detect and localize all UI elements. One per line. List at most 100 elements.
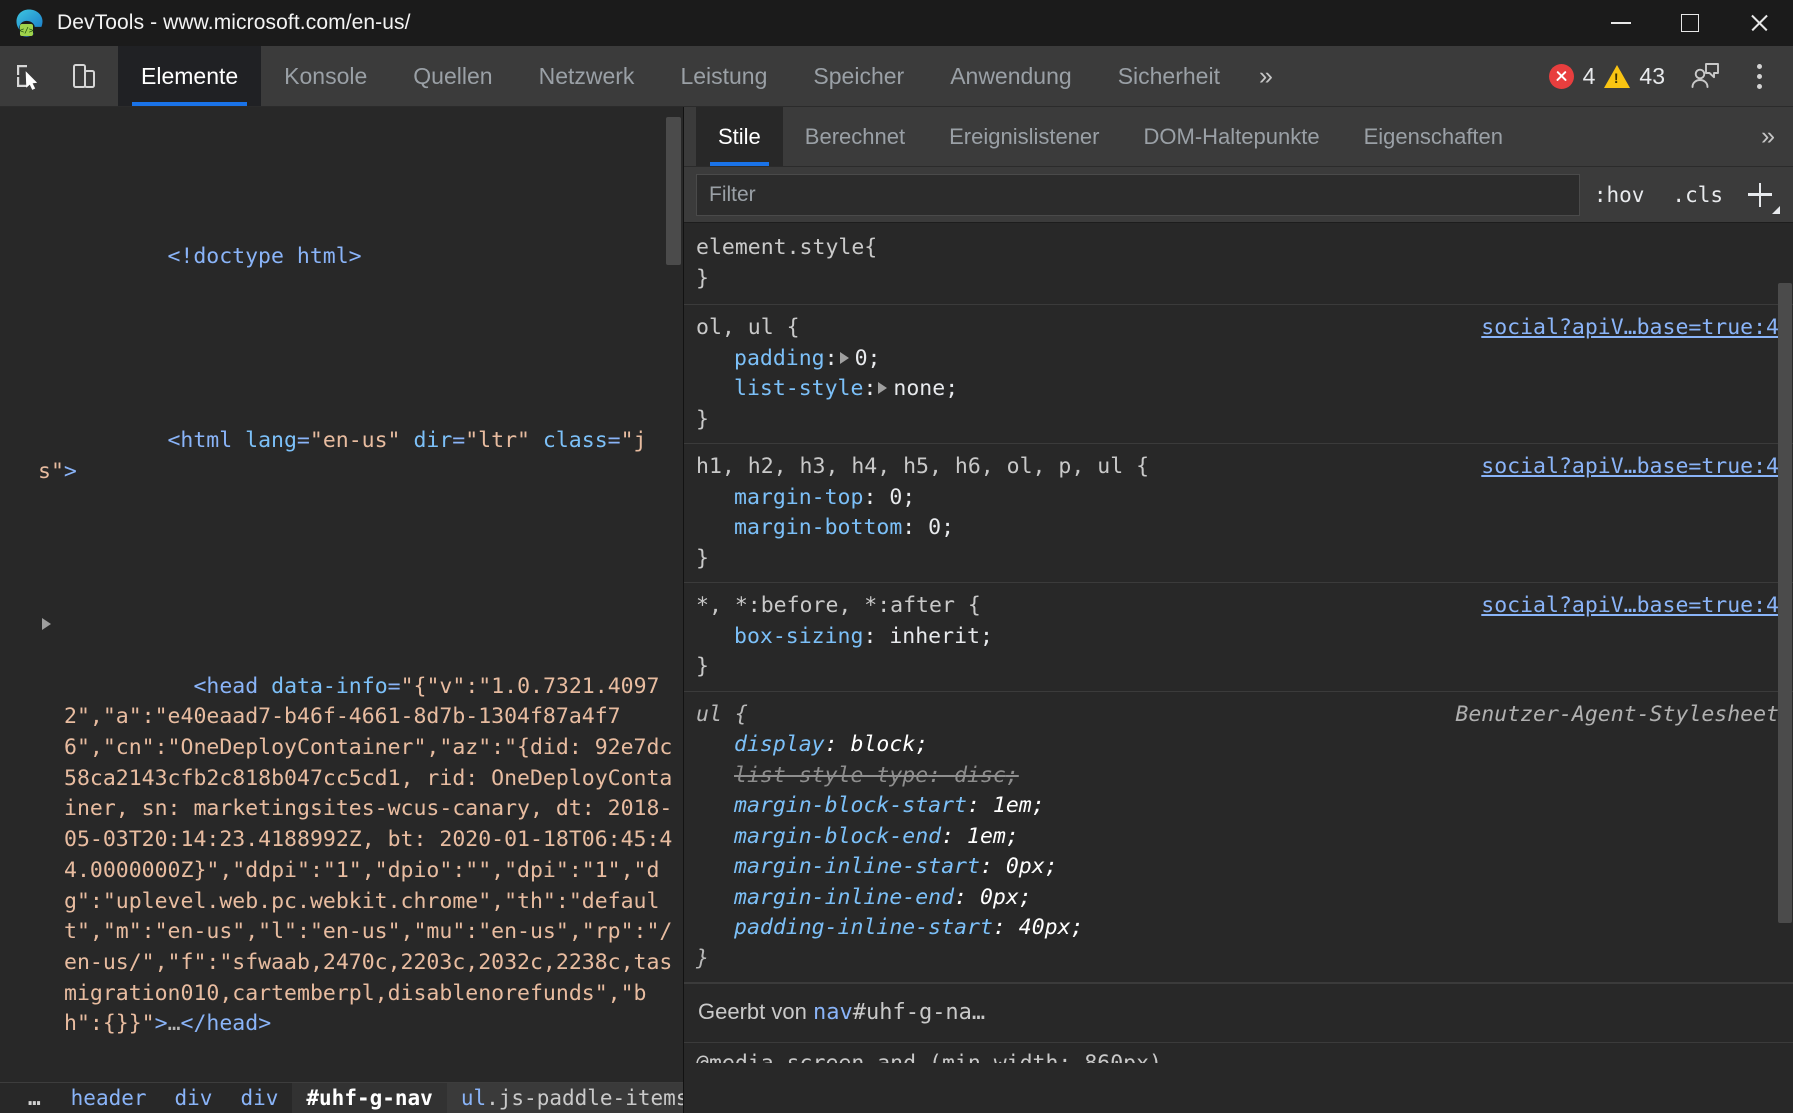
declaration-property[interactable]: margin-bottom bbox=[734, 515, 902, 540]
declaration-property[interactable]: padding-inline-start bbox=[734, 915, 993, 940]
declaration[interactable]: padding:0; bbox=[696, 344, 1793, 375]
declaration[interactable]: margin-block-end: 1em; bbox=[696, 822, 1793, 853]
declaration-property[interactable]: box-sizing bbox=[734, 624, 863, 649]
tab-ereignislistener[interactable]: Ereignislistener bbox=[927, 107, 1121, 166]
declaration-value[interactable]: 1em bbox=[967, 824, 1006, 849]
tab-dom-haltepunkte[interactable]: DOM-Haltepunkte bbox=[1122, 107, 1342, 166]
declaration-property[interactable]: padding bbox=[734, 346, 825, 371]
styles-scrollbar[interactable] bbox=[1778, 283, 1792, 923]
tab-konsole[interactable]: Konsole bbox=[261, 46, 390, 106]
devtools-toolbar: Elemente Konsole Quellen Netzwerk Leistu… bbox=[0, 46, 1793, 107]
declaration-value[interactable]: none bbox=[893, 376, 945, 401]
device-toolbar-toggle-button[interactable] bbox=[56, 46, 112, 106]
styles-filter-input[interactable] bbox=[696, 174, 1580, 216]
expand-arrow-icon[interactable] bbox=[42, 618, 51, 630]
declaration-property[interactable]: list-style bbox=[734, 376, 863, 401]
declaration[interactable]: margin-block-start: 1em; bbox=[696, 791, 1793, 822]
send-feedback-button[interactable] bbox=[1679, 61, 1731, 91]
dom-tree-scroll[interactable]: <!doctype html> <html lang="en-us" dir="… bbox=[0, 107, 683, 1082]
declaration-property[interactable]: margin-block-start bbox=[734, 793, 967, 818]
rule-ol-ul[interactable]: ol, ul { social?apiV…base=true:4 padding… bbox=[684, 305, 1793, 444]
rule-selector[interactable]: ol, ul bbox=[696, 313, 774, 344]
declaration-value[interactable]: 40px bbox=[1019, 915, 1071, 940]
new-style-rule-button[interactable] bbox=[1737, 174, 1783, 216]
declaration[interactable]: margin-bottom: 0; bbox=[696, 513, 1793, 544]
declaration-value[interactable]: 0 bbox=[855, 346, 868, 371]
tab-quellen[interactable]: Quellen bbox=[390, 46, 515, 106]
declaration-value[interactable]: 0px bbox=[980, 885, 1019, 910]
breadcrumb-item-div-1[interactable]: div bbox=[161, 1082, 227, 1113]
declaration-value[interactable]: 1em bbox=[993, 793, 1032, 818]
tab-stile[interactable]: Stile bbox=[696, 107, 783, 166]
breadcrumb-overflow[interactable]: … bbox=[14, 1082, 57, 1113]
declaration-value[interactable]: block bbox=[851, 732, 916, 757]
tab-anwendung[interactable]: Anwendung bbox=[927, 46, 1095, 106]
styles-rule-list[interactable]: element.style { } ol, ul { social?apiV…b… bbox=[684, 223, 1793, 1113]
tab-leistung[interactable]: Leistung bbox=[657, 46, 790, 106]
tab-label: Quellen bbox=[413, 63, 492, 90]
element-classes-button[interactable]: .cls bbox=[1658, 174, 1737, 216]
declaration-property[interactable]: margin-top bbox=[734, 485, 863, 510]
declaration[interactable]: display: block; bbox=[696, 730, 1793, 761]
dom-line-html[interactable]: <html lang="en-us" dir="ltr" class="js"> bbox=[38, 395, 675, 518]
declaration-value[interactable]: disc bbox=[954, 763, 1006, 788]
rule-source-link[interactable]: social?apiV…base=true:4 bbox=[1463, 452, 1779, 483]
expand-shorthand-icon[interactable] bbox=[840, 352, 849, 364]
rule-selector[interactable]: *, *:before, *:after bbox=[696, 591, 955, 622]
rule-selector[interactable]: h1, h2, h3, h4, h5, h6, ol, p, ul bbox=[696, 452, 1123, 483]
clipped-media-rule[interactable]: @media screen and (min-width: 860px) bbox=[684, 1043, 1793, 1063]
declaration-property[interactable]: margin-inline-start bbox=[734, 854, 980, 879]
dom-line-doctype[interactable]: <!doctype html> bbox=[38, 211, 675, 303]
declaration-value[interactable]: inherit bbox=[889, 624, 980, 649]
expand-shorthand-icon[interactable] bbox=[878, 382, 887, 394]
tab-netzwerk[interactable]: Netzwerk bbox=[516, 46, 658, 106]
declaration-property[interactable]: display bbox=[734, 732, 825, 757]
declaration[interactable]: margin-top: 0; bbox=[696, 483, 1793, 514]
declaration-property[interactable]: margin-inline-end bbox=[734, 885, 954, 910]
declaration-value[interactable]: 0 bbox=[928, 515, 941, 540]
rule-source-link[interactable]: social?apiV…base=true:4 bbox=[1463, 313, 1779, 344]
issues-counter[interactable]: 4 43 bbox=[1537, 63, 1677, 90]
close-button[interactable] bbox=[1724, 0, 1793, 46]
rule-selector[interactable]: element.style bbox=[696, 233, 864, 264]
tab-sicherheit[interactable]: Sicherheit bbox=[1095, 46, 1243, 106]
toggle-pseudo-states-button[interactable]: :hov bbox=[1580, 174, 1659, 216]
minimize-button[interactable] bbox=[1586, 0, 1655, 46]
styles-more-tabs-button[interactable]: » bbox=[1743, 107, 1793, 166]
tab-berechnet[interactable]: Berechnet bbox=[783, 107, 927, 166]
tab-elemente[interactable]: Elemente bbox=[118, 46, 261, 106]
breadcrumb-item-uhf-g-nav[interactable]: #uhf-g-nav bbox=[292, 1082, 446, 1113]
declaration-overridden[interactable]: list-style-type: disc; bbox=[696, 761, 1793, 792]
rule-selector[interactable]: ul bbox=[696, 700, 722, 731]
declaration-semicolon: ; bbox=[941, 515, 954, 540]
declaration[interactable]: box-sizing: inherit; bbox=[696, 622, 1793, 653]
rule-user-agent-ul[interactable]: ul { Benutzer-Agent-Stylesheet display: … bbox=[684, 692, 1793, 984]
declaration[interactable]: list-style:none; bbox=[696, 374, 1793, 405]
rule-element-style[interactable]: element.style { } bbox=[684, 223, 1793, 305]
dom-line-head[interactable]: <head data-info="{"v":"1.0.7321.40972","… bbox=[38, 610, 675, 1071]
close-brace: } bbox=[696, 405, 1793, 436]
declaration-value[interactable]: 0px bbox=[1006, 854, 1045, 879]
customize-devtools-button[interactable] bbox=[1733, 64, 1785, 89]
declaration[interactable]: margin-inline-end: 0px; bbox=[696, 883, 1793, 914]
declaration[interactable]: margin-inline-start: 0px; bbox=[696, 852, 1793, 883]
inspect-element-button[interactable] bbox=[0, 46, 56, 106]
breadcrumb-item-div-2[interactable]: div bbox=[226, 1082, 292, 1113]
dom-tree: <!doctype html> <html lang="en-us" dir="… bbox=[0, 119, 683, 1082]
maximize-button[interactable] bbox=[1655, 0, 1724, 46]
dom-tree-scrollbar[interactable] bbox=[666, 117, 681, 265]
more-tabs-button[interactable]: » bbox=[1243, 46, 1289, 106]
declaration[interactable]: padding-inline-start: 40px; bbox=[696, 913, 1793, 944]
inherited-tag-name[interactable]: nav bbox=[813, 1000, 853, 1025]
tab-eigenschaften[interactable]: Eigenschaften bbox=[1342, 107, 1525, 166]
rule-universal[interactable]: *, *:before, *:after { social?apiV…base=… bbox=[684, 583, 1793, 692]
rule-source-link[interactable]: social?apiV…base=true:4 bbox=[1463, 591, 1779, 622]
breadcrumb-item-header[interactable]: header bbox=[57, 1082, 161, 1113]
breadcrumb-item-ul-paddle-items[interactable]: ul.js-paddle-items bbox=[447, 1082, 683, 1113]
tab-speicher[interactable]: Speicher bbox=[790, 46, 927, 106]
rule-headings[interactable]: h1, h2, h3, h4, h5, h6, ol, p, ul { soci… bbox=[684, 444, 1793, 583]
declaration-property[interactable]: margin-block-end bbox=[734, 824, 941, 849]
inherited-element-id[interactable]: #uhf-g-na… bbox=[853, 1000, 985, 1025]
declaration-value[interactable]: 0 bbox=[889, 485, 902, 510]
declaration-property[interactable]: list-style-type bbox=[734, 763, 928, 788]
